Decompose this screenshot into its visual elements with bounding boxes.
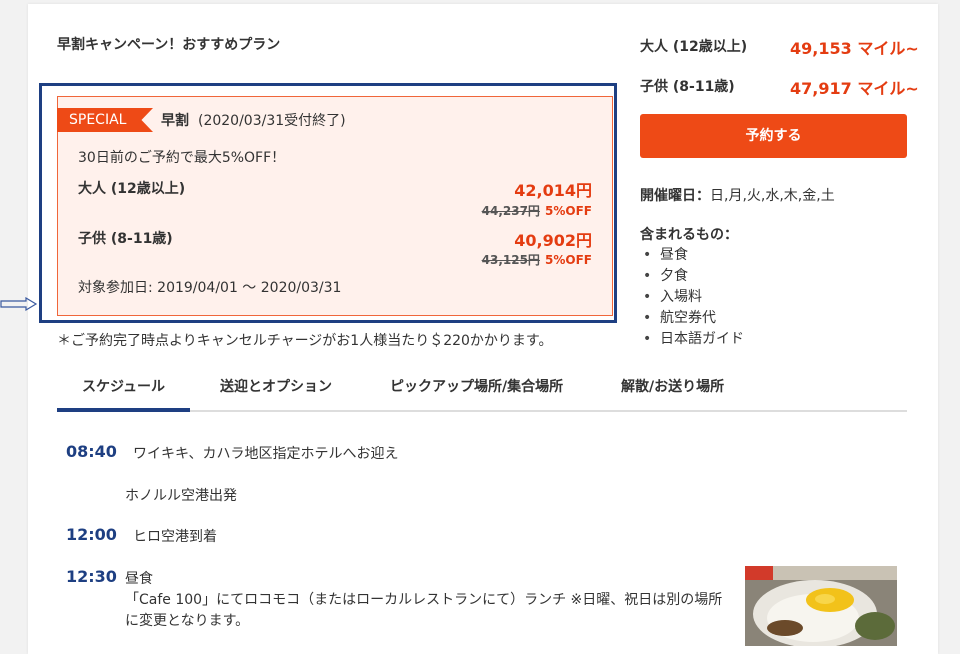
tab-transfer-options[interactable]: 送迎とオプション bbox=[220, 376, 332, 396]
arrow-right-icon bbox=[0, 297, 38, 311]
schedule-text: 「Cafe 100」にてロコモコ（またはローカルレストランにて）ランチ ※日曜、… bbox=[125, 592, 723, 608]
cancel-note: ＊ご予約完了時点よりキャンセルチャージがお1人様当たり＄220かかります。 bbox=[57, 333, 553, 349]
schedule-text-continued: に変更となります。 bbox=[125, 613, 250, 629]
operating-days-value: 日,月,火,水,木,金,土 bbox=[710, 188, 835, 204]
included-title: 含まれるもの： bbox=[640, 227, 738, 243]
schedule-time: 12:00 bbox=[66, 525, 117, 544]
included-list: 昼食 夕食 入場料 航空券代 日本語ガイド bbox=[640, 245, 744, 350]
schedule-time: 12:30 bbox=[66, 567, 117, 586]
included-item: 昼食 bbox=[640, 245, 744, 266]
schedule-text: ワイキキ、カハラ地区指定ホテルへお迎え bbox=[133, 446, 399, 462]
reserve-button[interactable]: 予約する bbox=[640, 114, 907, 158]
included-item: 夕食 bbox=[640, 266, 744, 287]
tab-schedule[interactable]: スケジュール bbox=[82, 376, 165, 396]
schedule-title: 昼食 bbox=[125, 571, 153, 587]
active-tab-indicator bbox=[57, 408, 190, 412]
included-item: 日本語ガイド bbox=[640, 329, 744, 350]
operating-days-label: 開催曜日： bbox=[640, 188, 710, 204]
highlight-frame bbox=[39, 83, 617, 323]
schedule-text: ヒロ空港到着 bbox=[133, 529, 217, 545]
schedule-time: 08:40 bbox=[66, 442, 117, 461]
schedule-text: ホノルル空港出発 bbox=[125, 488, 237, 504]
included-item: 航空券代 bbox=[640, 308, 744, 329]
tab-pickup-location[interactable]: ピックアップ場所/集合場所 bbox=[390, 376, 563, 396]
included-item: 入場料 bbox=[640, 287, 744, 308]
sidebar-child-label: 子供 (8-11歳) bbox=[640, 79, 735, 95]
tab-dropoff-location[interactable]: 解散/お送り場所 bbox=[621, 376, 724, 396]
lunch-photo bbox=[745, 566, 897, 646]
operating-days: 開催曜日：日,月,火,水,木,金,土 bbox=[640, 185, 835, 205]
sidebar-adult-price: 49,153 マイル~ bbox=[790, 39, 919, 58]
plan-title: 早割キャンペーン！おすすめプラン bbox=[57, 37, 281, 53]
sidebar-child-price: 47,917 マイル~ bbox=[790, 79, 919, 98]
sidebar-adult-label: 大人 (12歳以上) bbox=[640, 39, 748, 55]
